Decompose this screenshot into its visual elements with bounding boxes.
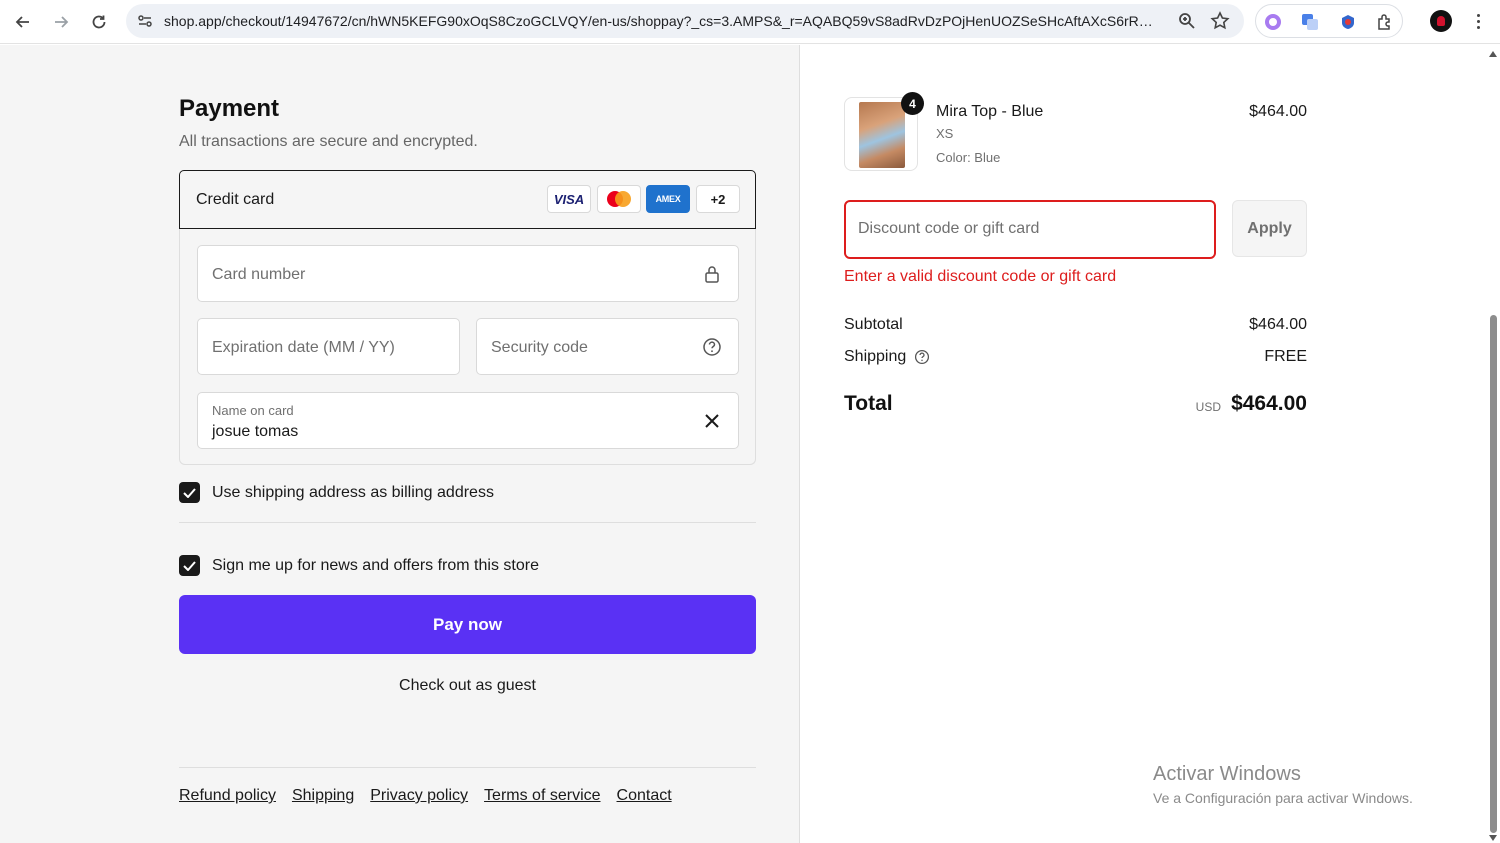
discount-field[interactable] (844, 200, 1216, 259)
credit-card-form: Card number Expiration date (MM / YY) Se… (179, 229, 756, 465)
payment-section: Payment All transactions are secure and … (0, 45, 800, 843)
credit-card-option[interactable]: Credit card VISA AMEX +2 (179, 170, 756, 229)
payment-title: Payment (179, 95, 280, 122)
credit-card-label: Credit card (196, 191, 275, 208)
refund-policy-link[interactable]: Refund policy (179, 787, 276, 805)
billing-address-label: Use shipping address as billing address (212, 483, 494, 501)
shipping-label: Shipping (844, 348, 907, 365)
expiration-date-placeholder: Expiration date (MM / YY) (212, 339, 395, 356)
privacy-policy-link[interactable]: Privacy policy (370, 787, 468, 805)
scroll-down-arrow-icon[interactable] (1489, 835, 1497, 841)
checkout-as-guest-link[interactable]: Check out as guest (179, 677, 756, 695)
product-size: XS (936, 126, 954, 141)
scroll-up-arrow-icon[interactable] (1489, 51, 1497, 57)
page-scrollbar[interactable] (1486, 45, 1500, 843)
payment-subtitle: All transactions are secure and encrypte… (179, 133, 478, 150)
security-code-placeholder: Security code (491, 339, 588, 356)
footer-divider (179, 767, 756, 768)
billing-address-checkbox[interactable] (179, 482, 200, 503)
windows-activation-watermark: Activar Windows Ve a Configuración para … (1153, 763, 1413, 806)
browser-menu-icon[interactable] (1470, 10, 1486, 32)
card-number-placeholder: Card number (212, 266, 306, 283)
discount-error-message: Enter a valid discount code or gift card (844, 268, 1117, 285)
product-image (859, 102, 905, 168)
extensions-group (1255, 4, 1403, 38)
total-value: $464.00 (1231, 392, 1307, 415)
subtotal-value: $464.00 (1249, 316, 1307, 333)
product-color: Color: Blue (936, 150, 1001, 165)
amex-icon: AMEX (646, 185, 690, 213)
quantity-badge: 4 (901, 92, 924, 115)
expiration-date-field[interactable]: Expiration date (MM / YY) (197, 318, 460, 375)
newsletter-label: Sign me up for news and offers from this… (212, 556, 539, 574)
footer-links: Refund policy Shipping Privacy policy Te… (179, 787, 672, 805)
shipping-label-wrap: Shipping (844, 348, 930, 366)
product-thumbnail: 4 (844, 92, 924, 171)
shipping-help-icon[interactable] (914, 349, 930, 365)
shipping-link[interactable]: Shipping (292, 787, 354, 805)
pay-now-button[interactable]: Pay now (179, 595, 756, 654)
forward-arrow-icon[interactable] (47, 8, 75, 36)
zoom-icon[interactable] (1176, 10, 1198, 32)
checkmark-icon (183, 487, 196, 498)
reload-icon[interactable] (85, 8, 113, 36)
discount-input[interactable] (858, 220, 1198, 238)
billing-address-checkbox-row[interactable]: Use shipping address as billing address (179, 482, 494, 503)
terms-of-service-link[interactable]: Terms of service (484, 787, 600, 805)
name-on-card-field[interactable]: Name on card josue tomas (197, 392, 739, 449)
apply-button[interactable]: Apply (1232, 200, 1307, 257)
browser-toolbar: shop.app/checkout/14947672/cn/hWN5KEFG90… (0, 0, 1500, 44)
mastercard-icon (597, 185, 641, 213)
product-name: Mira Top - Blue (936, 103, 1044, 120)
order-summary: 4 Mira Top - Blue XS Color: Blue $464.00… (801, 45, 1486, 843)
puzzle-extensions-icon[interactable] (1374, 11, 1396, 33)
bug-extension-icon[interactable] (1337, 11, 1359, 33)
checkmark-icon (183, 560, 196, 571)
more-brands-badge: +2 (696, 185, 740, 213)
name-on-card-value: josue tomas (212, 423, 299, 440)
name-on-card-label: Name on card (212, 403, 294, 418)
card-number-field[interactable]: Card number (197, 245, 739, 302)
shipping-value: FREE (1264, 348, 1307, 365)
subtotal-label: Subtotal (844, 316, 903, 333)
extension-purple-icon[interactable] (1262, 11, 1284, 33)
contact-link[interactable]: Contact (617, 787, 672, 805)
profile-avatar[interactable] (1430, 10, 1452, 32)
clear-x-icon[interactable] (701, 410, 723, 432)
newsletter-checkbox[interactable] (179, 555, 200, 576)
bookmark-star-icon[interactable] (1209, 10, 1231, 32)
help-circle-icon[interactable] (701, 336, 723, 358)
total-currency: USD (1195, 400, 1221, 414)
lock-icon (701, 263, 723, 285)
divider (179, 522, 756, 523)
watermark-line-2: Ve a Configuración para activar Windows. (1153, 790, 1413, 806)
back-arrow-icon[interactable] (9, 8, 37, 36)
total-label: Total (844, 392, 893, 415)
visa-icon: VISA (547, 185, 591, 213)
security-code-field[interactable]: Security code (476, 318, 739, 375)
site-settings-icon[interactable] (134, 10, 156, 32)
url-text[interactable]: shop.app/checkout/14947672/cn/hWN5KEFG90… (164, 13, 1154, 29)
translate-extension-icon[interactable] (1299, 11, 1321, 33)
watermark-line-1: Activar Windows (1153, 763, 1301, 785)
address-bar[interactable]: shop.app/checkout/14947672/cn/hWN5KEFG90… (126, 4, 1244, 38)
newsletter-checkbox-row[interactable]: Sign me up for news and offers from this… (179, 555, 539, 576)
scrollbar-thumb[interactable] (1490, 315, 1497, 833)
product-price: $464.00 (1249, 103, 1307, 120)
